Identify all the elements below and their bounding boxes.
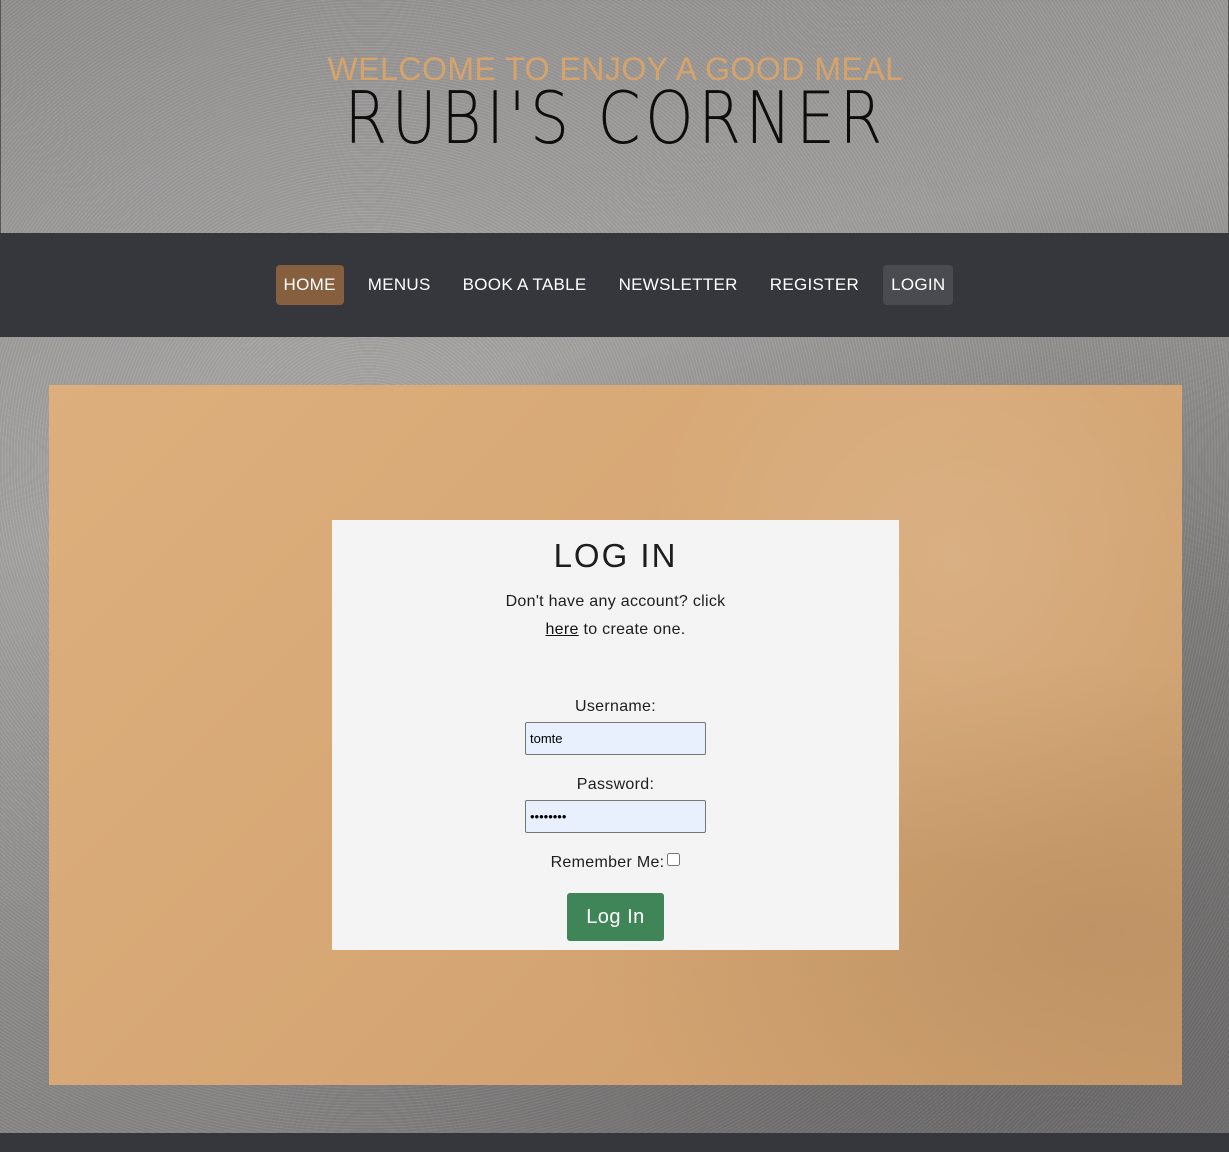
register-link[interactable]: here (545, 621, 578, 638)
remember-me-row: Remember Me: (332, 852, 899, 874)
password-input[interactable] (525, 800, 706, 833)
login-heading: LOG IN (553, 537, 678, 574)
site-header: WELCOME TO ENJOY A GOOD MEAL RUBI'S CORN… (0, 0, 1229, 233)
nav-login-link[interactable]: LOGIN (883, 265, 954, 305)
username-group: Username: (332, 696, 899, 755)
site-brand-title: RUBI'S CORNER (344, 76, 887, 160)
nav-newsletter-link[interactable]: NEWSLETTER (611, 265, 746, 305)
submit-row: Log In (332, 893, 899, 941)
remember-me-label: Remember Me: (550, 854, 665, 871)
login-form: Username: Password: Remember Me: Log In (332, 696, 899, 941)
register-prompt-text: Don't have any account? click (505, 593, 726, 610)
password-label: Password: (576, 776, 655, 793)
login-card: LOG IN Don't have any account? click her… (332, 520, 899, 950)
nav-book-table-link[interactable]: BOOK A TABLE (455, 265, 595, 305)
remember-me-checkbox[interactable] (667, 853, 681, 866)
nav-menus-link[interactable]: MENUS (360, 265, 439, 305)
username-input[interactable] (525, 722, 706, 755)
username-label: Username: (575, 698, 656, 715)
nav-register-link[interactable]: REGISTER (762, 265, 867, 305)
login-submit-button[interactable]: Log In (567, 893, 664, 941)
password-group: Password: (332, 774, 899, 833)
register-prompt-suffix: to create one. (583, 621, 686, 638)
footer-bar (0, 1133, 1229, 1152)
nav-list: HOME MENUS BOOK A TABLE NEWSLETTER REGIS… (275, 265, 954, 305)
main-navbar: HOME MENUS BOOK A TABLE NEWSLETTER REGIS… (0, 233, 1229, 337)
nav-home-link[interactable]: HOME (275, 265, 344, 305)
register-prompt: Don't have any account? click here to cr… (332, 588, 899, 644)
